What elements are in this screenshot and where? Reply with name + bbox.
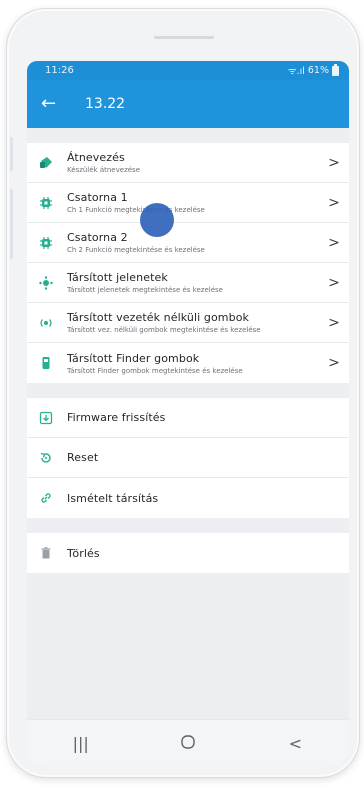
maintenance-list: Firmware frissítés Reset Ismételt társít… bbox=[27, 398, 349, 518]
menu-item-subtitle: Készülék átnevezése bbox=[67, 166, 140, 174]
danger-list: Törlés bbox=[27, 533, 349, 573]
menu-item-scenes[interactable]: Társított jelenetek Társított jelenetek … bbox=[27, 263, 349, 303]
chevron-right-icon: > bbox=[328, 194, 340, 211]
chevron-right-icon: > bbox=[328, 314, 340, 331]
menu-item-subtitle: Társított vez. nélküli gombok megtekinté… bbox=[67, 326, 261, 334]
signal-icon: ᯤ.ıl bbox=[287, 66, 305, 77]
menu-item-title: Ismételt társítás bbox=[67, 491, 159, 505]
menu-item-firmware-update[interactable]: Firmware frissítés bbox=[27, 398, 349, 438]
chevron-right-icon: > bbox=[328, 154, 340, 171]
menu-item-subtitle: Társított jelenetek megtekintése és keze… bbox=[67, 286, 223, 294]
menu-item-title: Társított vezeték nélküli gombok bbox=[67, 311, 249, 324]
screen: 11:26 ᯤ.ıl 61% ← 13.22 Átnevezés Készülé… bbox=[27, 61, 349, 767]
chevron-right-icon: > bbox=[328, 274, 340, 291]
chip-icon bbox=[39, 236, 67, 250]
menu-item-wireless-buttons[interactable]: Társított vezeték nélküli gombok Társíto… bbox=[27, 303, 349, 343]
menu-item-re-pair[interactable]: Ismételt társítás bbox=[27, 478, 349, 518]
menu-item-reset[interactable]: Reset bbox=[27, 438, 349, 478]
chevron-right-icon: > bbox=[328, 234, 340, 251]
menu-item-delete[interactable]: Törlés bbox=[27, 533, 349, 573]
menu-item-title: Csatorna 1 bbox=[67, 191, 128, 204]
wireless-icon bbox=[39, 316, 67, 330]
menu-item-title: Csatorna 2 bbox=[67, 231, 128, 244]
phone-frame: 11:26 ᯤ.ıl 61% ← 13.22 Átnevezés Készülé… bbox=[6, 8, 360, 778]
reset-icon bbox=[39, 451, 67, 465]
menu-item-title: Társított jelenetek bbox=[67, 271, 168, 284]
section-gap bbox=[27, 128, 349, 143]
section-gap bbox=[27, 518, 349, 533]
menu-item-rename[interactable]: Átnevezés Készülék átnevezése > bbox=[27, 143, 349, 183]
menu-item-finder-buttons[interactable]: Társított Finder gombok Társított Finder… bbox=[27, 343, 349, 383]
menu-item-channel-2[interactable]: Csatorna 2 Ch 2 Funkció megtekintése és … bbox=[27, 223, 349, 263]
battery-icon bbox=[332, 63, 339, 76]
app-bar: ← 13.22 bbox=[27, 80, 349, 128]
menu-item-subtitle: Ch 2 Funkció megtekintése és kezelése bbox=[67, 246, 205, 254]
volume-up-button bbox=[10, 137, 13, 171]
home-icon[interactable] bbox=[158, 734, 218, 754]
tag-icon bbox=[39, 156, 67, 170]
status-time: 11:26 bbox=[45, 65, 74, 76]
menu-item-title: Átnevezés bbox=[67, 151, 125, 164]
chip-icon bbox=[39, 196, 67, 210]
menu-item-subtitle: Ch 1 Funkció megtekintése és kezelése bbox=[67, 206, 205, 214]
menu-item-channel-1[interactable]: Csatorna 1 Ch 1 Funkció megtekintése és … bbox=[27, 183, 349, 223]
device-options-list: Átnevezés Készülék átnevezése > Csatorna… bbox=[27, 143, 349, 383]
back-icon[interactable]: < bbox=[265, 734, 325, 753]
menu-item-title: Reset bbox=[67, 451, 99, 464]
back-arrow-icon[interactable]: ← bbox=[41, 95, 71, 113]
battery-percent: 61% bbox=[307, 65, 329, 76]
recent-apps-icon[interactable]: ||| bbox=[51, 734, 111, 753]
scene-icon bbox=[39, 275, 67, 290]
menu-item-subtitle: Társított Finder gombok megtekintése és … bbox=[67, 366, 243, 375]
status-indicators: ᯤ.ıl 61% bbox=[287, 63, 339, 77]
trash-icon bbox=[39, 546, 67, 560]
empty-area bbox=[27, 573, 349, 734]
chevron-right-icon: > bbox=[328, 355, 340, 371]
speaker bbox=[154, 36, 214, 39]
menu-item-title: Társított Finder gombok bbox=[67, 351, 200, 365]
link-icon bbox=[39, 491, 67, 505]
download-icon bbox=[39, 411, 67, 425]
status-bar: 11:26 ᯤ.ıl 61% bbox=[27, 61, 349, 80]
system-nav-bar: ||| < bbox=[27, 719, 349, 767]
finder-remote-icon bbox=[39, 356, 67, 370]
menu-item-title: Firmware frissítés bbox=[67, 411, 166, 424]
menu-item-title: Törlés bbox=[67, 546, 100, 560]
page-title: 13.22 bbox=[85, 96, 126, 112]
section-gap bbox=[27, 383, 349, 398]
volume-down-button bbox=[10, 189, 13, 259]
